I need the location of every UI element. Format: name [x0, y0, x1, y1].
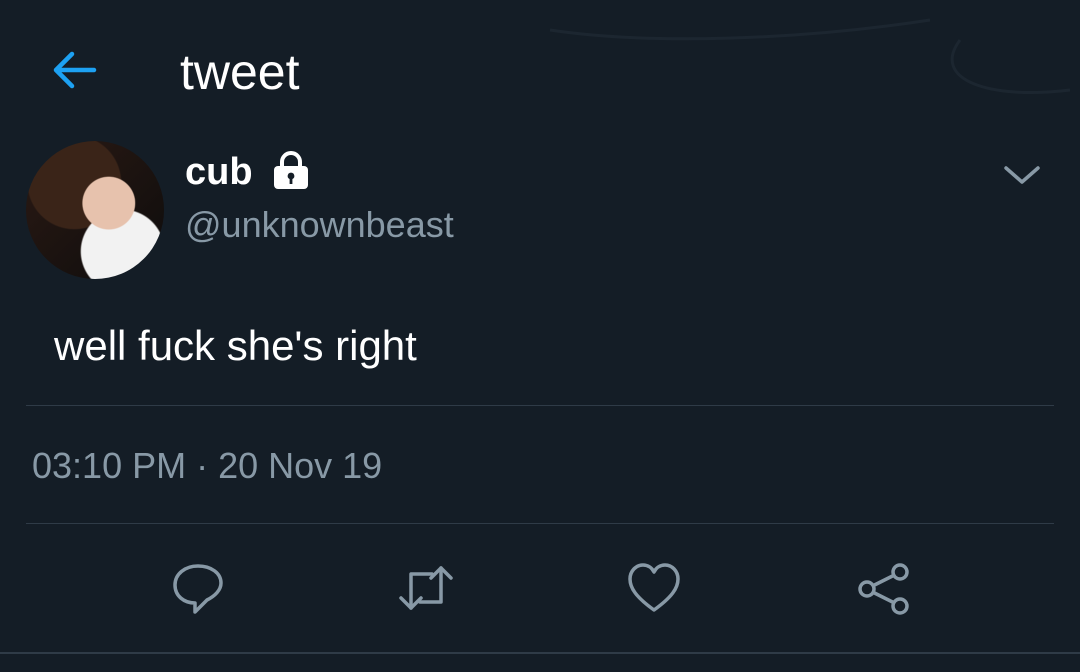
- tweet-timestamp: 03:10 PM · 20 Nov 19: [32, 445, 383, 486]
- arrow-left-icon: [53, 51, 97, 89]
- divider: [26, 405, 1054, 406]
- tweet-text: well fuck she's right: [54, 322, 417, 369]
- chevron-down-icon: [1004, 166, 1040, 184]
- avatar[interactable]: [26, 141, 164, 279]
- reply-button[interactable]: [170, 560, 226, 616]
- reply-icon: [173, 564, 223, 614]
- author-name[interactable]: cub: [185, 150, 253, 194]
- header-bar: tweet: [0, 0, 1080, 140]
- bottom-divider: [0, 652, 1080, 654]
- tweet-menu-button[interactable]: [1002, 158, 1042, 190]
- share-button[interactable]: [856, 560, 912, 616]
- like-button[interactable]: [626, 560, 682, 616]
- retweet-icon: [399, 566, 453, 610]
- lock-icon: [274, 151, 308, 189]
- author-handle[interactable]: @unknownbeast: [185, 203, 454, 247]
- divider: [26, 523, 1054, 524]
- background-scribble: [549, 18, 1071, 94]
- share-icon: [858, 563, 909, 615]
- like-icon: [628, 563, 680, 612]
- page-title: tweet: [180, 44, 300, 100]
- retweet-button[interactable]: [398, 560, 454, 616]
- back-button[interactable]: [48, 46, 100, 94]
